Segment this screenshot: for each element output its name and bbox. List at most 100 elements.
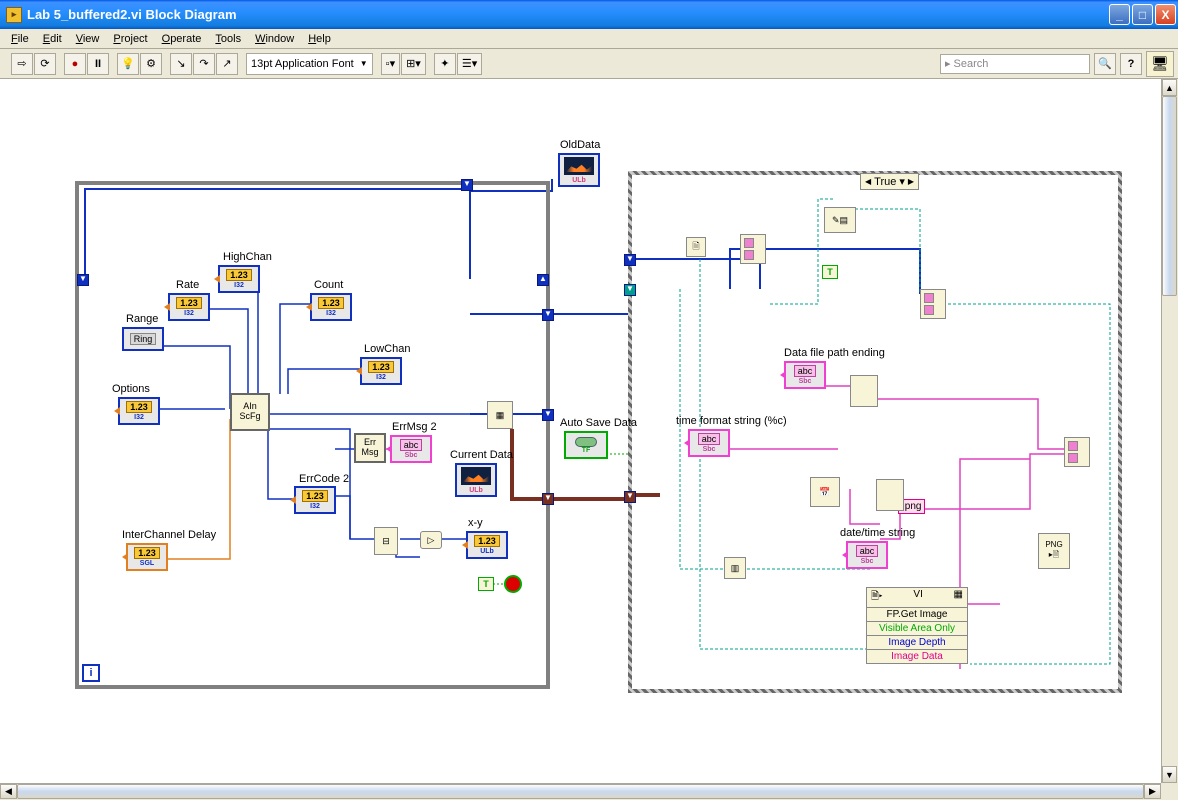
horizontal-scrollbar[interactable]: ◀ ▶	[0, 783, 1161, 800]
search-input[interactable]: Search	[940, 54, 1090, 74]
scroll-h-thumb[interactable]	[17, 784, 1144, 799]
func-bundle-1[interactable]	[740, 234, 766, 264]
label-interchan: InterChannel Delay	[122, 529, 216, 541]
close-button[interactable]: X	[1155, 4, 1176, 25]
scroll-left-icon[interactable]: ◀	[0, 784, 17, 799]
iteration-terminal[interactable]: i	[82, 664, 100, 682]
case-tunnel-1[interactable]	[624, 254, 636, 266]
prop-image-depth[interactable]: Image Depth	[867, 636, 967, 650]
indicator-olddata[interactable]: ULb	[558, 153, 600, 187]
func-subtract[interactable]: ▷	[420, 531, 442, 549]
func-index-array[interactable]: ⊟	[374, 527, 398, 555]
prop-visible-area[interactable]: Visible Area Only	[867, 622, 967, 636]
run-continuous-button[interactable]: ⟳	[34, 53, 56, 75]
step-over-button[interactable]: ↷	[193, 53, 215, 75]
indicator-xy[interactable]: 1.23ULb	[466, 531, 508, 559]
case-selector[interactable]: True ▾	[860, 173, 919, 190]
control-lowchan[interactable]: 1.23I32	[360, 357, 402, 385]
step-out-button[interactable]: ↗	[216, 53, 238, 75]
cleanup-button[interactable]: ✦	[434, 53, 456, 75]
font-selector[interactable]: 13pt Application Font	[246, 53, 373, 75]
control-options[interactable]: 1.23I32	[118, 397, 160, 425]
label-rate: Rate	[176, 279, 199, 291]
shift-register-left[interactable]	[77, 274, 89, 286]
scroll-right-icon[interactable]: ▶	[1144, 784, 1161, 799]
workspace: i True ▾ OldData ULb HighChan 1.23I32 Ra…	[0, 79, 1178, 783]
menu-window[interactable]: Window	[248, 31, 301, 47]
loop-tunnel-right1[interactable]	[542, 309, 554, 321]
run-button[interactable]: ⇨	[11, 53, 33, 75]
label-olddata: OldData	[560, 139, 600, 151]
shift-register-right[interactable]	[537, 274, 549, 286]
func-concat-2[interactable]	[876, 479, 904, 511]
align-button[interactable]: ▫▾	[381, 53, 400, 75]
label-options: Options	[112, 383, 150, 395]
step-into-button[interactable]: ↘	[170, 53, 192, 75]
indicator-errmsg2[interactable]: abcSbc	[390, 435, 432, 463]
func-array-1[interactable]: ▥	[724, 557, 746, 579]
func-datetime[interactable]: 📅	[810, 477, 840, 507]
indicator-datetime[interactable]: abcSbc	[846, 541, 888, 569]
menu-help[interactable]: Help	[301, 31, 338, 47]
loop-tunnel-right3[interactable]	[542, 493, 554, 505]
control-interchan[interactable]: 1.23SGL	[126, 543, 168, 571]
search-icon[interactable]: 🔍	[1094, 53, 1116, 75]
func-bundle-3[interactable]	[1064, 437, 1090, 467]
menu-edit[interactable]: Edit	[36, 31, 69, 47]
app-icon: ▸	[6, 7, 22, 23]
label-errmsg2: ErrMsg 2	[392, 421, 437, 433]
label-lowchan: LowChan	[364, 343, 410, 355]
abort-button[interactable]: ●	[64, 53, 86, 75]
control-range[interactable]: Ring	[122, 327, 164, 351]
retain-wire-button[interactable]: ⚙	[140, 53, 162, 75]
reorder-button[interactable]: ☰▾	[457, 53, 482, 75]
menu-operate[interactable]: Operate	[155, 31, 209, 47]
func-concat-1[interactable]	[850, 375, 878, 407]
control-highchan[interactable]: 1.23I32	[218, 265, 260, 293]
case-tunnel-3[interactable]	[624, 491, 636, 503]
toolbar: ⇨ ⟳ ● II 💡 ⚙ ↘ ↷ ↗ 13pt Application Font…	[0, 49, 1178, 79]
subvi-ainscfg[interactable]: AIn ScFg	[230, 393, 270, 431]
control-autosave[interactable]: TF	[564, 431, 608, 459]
subvi-errmsg[interactable]: Err Msg	[354, 433, 386, 463]
func-build-array[interactable]: ▦	[487, 401, 513, 429]
indicator-datafilepath[interactable]: abcSbc	[784, 361, 826, 389]
distribute-button[interactable]: ⊞▾	[401, 53, 426, 75]
case-tunnel-2[interactable]	[624, 284, 636, 296]
indicator-currentdata[interactable]: ULb	[455, 463, 497, 497]
scroll-v-thumb[interactable]	[1162, 96, 1177, 296]
pause-button[interactable]: II	[87, 53, 109, 75]
const-true-case[interactable]: T	[822, 265, 838, 279]
menu-tools[interactable]: Tools	[208, 31, 248, 47]
indicator-errcode2[interactable]: 1.23I32	[294, 486, 336, 514]
loop-tunnel-top[interactable]	[461, 179, 473, 191]
func-write-png[interactable]: PNG▸🗎	[1038, 533, 1070, 569]
help-button[interactable]: ?	[1120, 53, 1142, 75]
scroll-up-icon[interactable]: ▲	[1162, 79, 1177, 96]
loop-tunnel-right2[interactable]	[542, 409, 554, 421]
func-write-file[interactable]: ✎▤	[824, 207, 856, 233]
block-diagram-canvas[interactable]: i True ▾ OldData ULb HighChan 1.23I32 Ra…	[0, 79, 1161, 783]
menu-bar: File Edit View Project Operate Tools Win…	[0, 29, 1178, 49]
scroll-down-icon[interactable]: ▼	[1162, 766, 1177, 783]
control-rate[interactable]: 1.23I32	[168, 293, 210, 321]
window-title: Lab 5_buffered2.vi Block Diagram	[27, 7, 1109, 22]
menu-file[interactable]: File	[4, 31, 36, 47]
highlight-exec-button[interactable]: 💡	[117, 53, 139, 75]
loop-stop-terminal[interactable]	[504, 575, 522, 593]
func-bundle-2[interactable]	[920, 289, 946, 319]
menu-view[interactable]: View	[69, 31, 107, 47]
vertical-scrollbar[interactable]: ▲ ▼	[1161, 79, 1178, 783]
control-count[interactable]: 1.23I32	[310, 293, 352, 321]
const-true-loop[interactable]: T	[478, 577, 494, 591]
while-loop[interactable]	[75, 181, 550, 689]
property-node-vi[interactable]: 🗎▸VI▦ FP.Get Image Visible Area Only Ima…	[866, 587, 968, 664]
func-file-dialog[interactable]: 🗎	[686, 237, 706, 257]
minimize-button[interactable]: _	[1109, 4, 1130, 25]
prop-image-data[interactable]: Image Data	[867, 650, 967, 663]
maximize-button[interactable]: □	[1132, 4, 1153, 25]
vi-icon[interactable]: 🖥	[1146, 51, 1174, 77]
control-timefmt[interactable]: abcSbc	[688, 429, 730, 457]
prop-fp-get-image[interactable]: FP.Get Image	[867, 608, 967, 622]
menu-project[interactable]: Project	[106, 31, 154, 47]
